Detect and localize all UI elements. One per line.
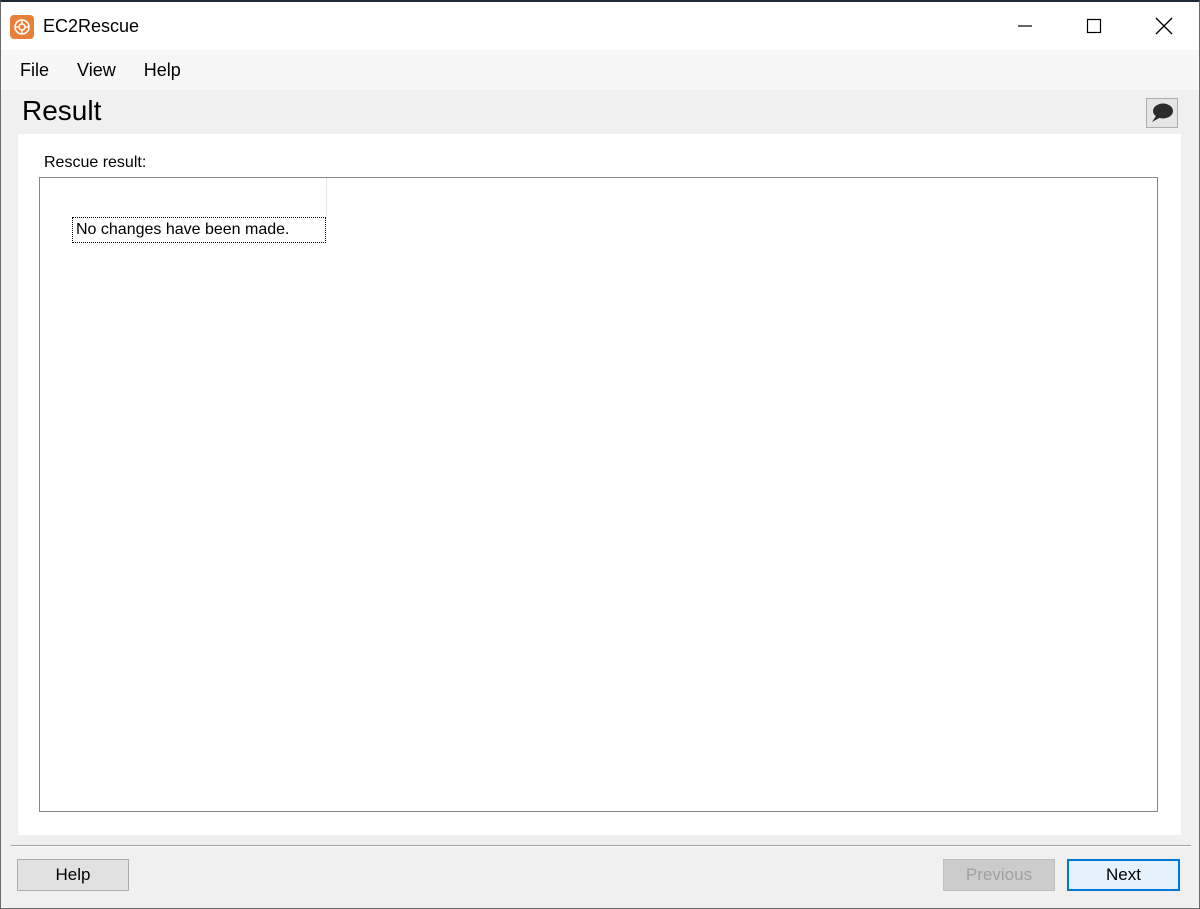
next-button[interactable]: Next [1067,859,1180,891]
menu-bar: File View Help [1,50,1199,90]
footer-separator-highlight [11,846,1191,847]
minimize-button[interactable] [990,2,1060,50]
ec2rescue-app-icon [10,15,34,39]
page-header: Result [1,90,1199,134]
menu-help[interactable]: Help [130,50,195,90]
speech-bubble-icon [1152,103,1173,122]
rescue-result-list[interactable]: No changes have been made. [39,177,1158,812]
close-button[interactable] [1129,2,1199,50]
menu-file[interactable]: File [1,50,63,90]
maximize-icon [1086,18,1102,34]
help-button[interactable]: Help [17,859,129,891]
column-divider [326,178,327,216]
app-window: EC2Rescue File View Help Result Rescue r… [0,0,1200,909]
feedback-button[interactable] [1146,98,1178,128]
page-title: Result [22,95,102,126]
maximize-button[interactable] [1059,2,1129,50]
previous-button[interactable]: Previous [943,859,1055,891]
list-item[interactable]: No changes have been made. [72,217,326,243]
menu-view[interactable]: View [63,50,130,90]
window-title: EC2Rescue [43,16,140,36]
close-icon [1155,17,1173,35]
minimize-icon [1018,25,1032,27]
content-panel: Rescue result: No changes have been made… [18,134,1181,835]
title-bar[interactable]: EC2Rescue [1,2,1199,50]
rescue-result-label: Rescue result: [44,154,147,171]
